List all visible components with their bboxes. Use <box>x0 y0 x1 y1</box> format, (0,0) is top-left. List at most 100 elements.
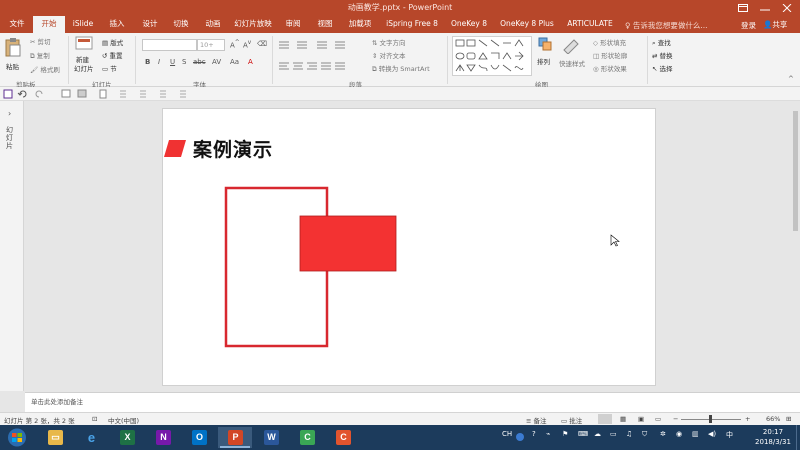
input-language[interactable]: CH <box>502 430 512 438</box>
reading-view-button[interactable]: ▣ <box>638 415 644 423</box>
zoom-in-button[interactable]: + <box>745 415 750 423</box>
ime-icon[interactable]: 中 <box>726 430 733 440</box>
tray-icon-shield[interactable]: ⛉ <box>642 430 647 439</box>
slide-sorter-button[interactable]: ▦ <box>620 415 626 423</box>
vertical-scrollbar[interactable] <box>791 101 800 391</box>
tab-transitions[interactable]: 切换 <box>166 16 196 33</box>
grow-font-button[interactable]: A^ <box>230 40 240 49</box>
reset-button[interactable]: ↺ 重置 <box>102 50 123 60</box>
tray-app-icon[interactable] <box>516 433 524 441</box>
expand-chevron-icon[interactable]: › <box>8 109 11 118</box>
zoom-level[interactable]: 66% <box>766 415 780 423</box>
font-size-select[interactable]: 10+ <box>197 39 225 51</box>
language-status[interactable]: 中文(中国) <box>108 415 139 425</box>
login-link[interactable]: 登录 <box>741 20 756 31</box>
slide-thumbnails-pane[interactable]: › 幻灯片 <box>0 101 24 391</box>
arrange-button[interactable]: 排列 <box>537 36 557 76</box>
tray-icon-cloud[interactable]: ☁ <box>594 430 601 438</box>
layout-button[interactable]: ▤ 版式 <box>102 37 123 47</box>
slideshow-button[interactable]: ▭ <box>655 415 661 423</box>
underline-button[interactable]: U <box>170 58 175 66</box>
ribbon-display-options-button[interactable] <box>732 0 754 16</box>
tab-ispring[interactable]: iSpring Free 8 <box>380 16 444 33</box>
strikethrough-button[interactable]: abc <box>193 58 206 66</box>
notes-toggle[interactable]: ≡ 备注 <box>526 415 547 425</box>
shape-fill-button[interactable]: ◇ 形状填充 <box>593 37 626 47</box>
tab-view[interactable]: 视图 <box>310 16 340 33</box>
volume-icon[interactable]: ◀) <box>708 430 716 438</box>
tray-icon-monitor[interactable]: ▭ <box>610 430 617 438</box>
shape-effects-button[interactable]: ◎ 形状效果 <box>593 63 627 73</box>
show-desktop-button[interactable] <box>796 425 800 450</box>
tab-review[interactable]: 审阅 <box>278 16 308 33</box>
tab-home[interactable]: 开始 <box>33 16 65 33</box>
help-tray-icon[interactable]: ? <box>532 430 536 438</box>
font-name-select[interactable] <box>142 39 197 51</box>
tray-icon-keyboard[interactable]: ⌨ <box>578 430 588 438</box>
tab-onekey8-plus[interactable]: OneKey 8 Plus <box>494 16 560 33</box>
section-button[interactable]: ▭ 节 <box>102 63 117 73</box>
share-button[interactable]: 👤共享 <box>763 19 787 30</box>
italic-button[interactable]: I <box>158 58 160 66</box>
tab-insert[interactable]: 插入 <box>101 16 133 33</box>
start-button[interactable] <box>0 427 34 448</box>
tab-articulate[interactable]: ARTICULATE <box>562 16 618 33</box>
tray-icon-gear[interactable]: ✲ <box>660 430 666 438</box>
taskbar-excel[interactable]: X <box>110 427 144 448</box>
new-slide-button[interactable]: 新建 幻灯片 <box>74 36 98 76</box>
find-button[interactable]: ⌕ 查找 <box>652 37 671 48</box>
tab-addins[interactable]: 加载项 <box>342 16 378 33</box>
comments-toggle[interactable]: ▭ 批注 <box>561 415 582 425</box>
taskbar-word[interactable]: W <box>254 427 288 448</box>
paste-button[interactable]: 粘贴 <box>4 37 24 75</box>
bold-button[interactable]: B <box>145 58 150 66</box>
spelling-icon[interactable]: ⊡ <box>92 415 97 423</box>
bluetooth-tray-icon[interactable]: ⌁ <box>546 430 550 438</box>
taskbar-powerpoint[interactable]: P <box>218 427 252 448</box>
taskbar-file-explorer[interactable]: ▭ <box>38 427 72 448</box>
shape-outline-button[interactable]: ◫ 形状轮廓 <box>593 50 627 60</box>
copy-button[interactable]: ⧉ 复制 <box>30 50 50 61</box>
change-case-button[interactable]: Aa <box>230 58 239 66</box>
zoom-out-button[interactable]: − <box>673 415 678 423</box>
quick-styles-button[interactable]: 快速样式 <box>559 36 589 76</box>
taskbar-internet-explorer[interactable]: e <box>74 427 108 448</box>
tray-icon-app[interactable]: ◉ <box>676 430 682 438</box>
taskbar-onenote[interactable]: N <box>146 427 180 448</box>
tab-design[interactable]: 设计 <box>135 16 165 33</box>
tab-islide[interactable]: iSlide <box>67 16 99 33</box>
shrink-font-button[interactable]: Av <box>243 40 251 49</box>
taskbar-outlook[interactable]: O <box>182 427 216 448</box>
tab-onekey8[interactable]: OneKey 8 <box>446 16 492 33</box>
taskbar-camtasia-green[interactable]: C <box>290 427 324 448</box>
clear-formatting-button[interactable]: ⌫ <box>257 40 267 48</box>
font-color-button[interactable]: A <box>248 58 253 66</box>
convert-smartart-button[interactable]: ⧉ 转换为 SmartArt <box>372 63 430 74</box>
tray-icon-bell[interactable]: ♫ <box>626 430 632 438</box>
format-painter-button[interactable]: 🖌 格式刷 <box>30 64 60 74</box>
normal-view-button[interactable] <box>598 414 612 424</box>
shadow-button[interactable]: S <box>182 58 186 66</box>
collapse-ribbon-button[interactable]: ^ <box>788 75 794 83</box>
tab-animations[interactable]: 动画 <box>198 16 228 33</box>
slide-title[interactable]: 案例演示 <box>193 135 273 162</box>
notes-pane[interactable]: 单击此处添加备注 <box>25 392 800 412</box>
network-icon[interactable]: ▥ <box>692 430 699 438</box>
align-text-button[interactable]: ⇕ 对齐文本 <box>372 50 406 60</box>
zoom-slider-thumb[interactable] <box>709 415 712 423</box>
minimize-button[interactable] <box>754 0 776 16</box>
tell-me-search[interactable]: ♀ 告诉我您想要做什么... <box>625 20 708 31</box>
tab-slideshow[interactable]: 幻灯片放映 <box>229 16 277 33</box>
close-button[interactable] <box>776 0 798 16</box>
char-spacing-button[interactable]: AV <box>212 58 221 66</box>
scrollbar-thumb[interactable] <box>793 111 798 231</box>
replace-button[interactable]: ⇄ 替换 <box>652 50 673 60</box>
system-clock[interactable]: 20:17 2018/3/31 <box>748 427 798 447</box>
tab-file[interactable]: 文件 <box>2 16 32 33</box>
shapes-gallery[interactable] <box>452 36 532 76</box>
fit-slide-button[interactable]: ⊞ <box>786 415 791 423</box>
cut-button[interactable]: ✂ 剪切 <box>30 36 51 46</box>
select-button[interactable]: ↖ 选择 <box>652 63 673 73</box>
tray-icon-flag[interactable]: ⚑ <box>562 430 568 438</box>
text-direction-button[interactable]: ⇅ 文字方向 <box>372 37 406 47</box>
